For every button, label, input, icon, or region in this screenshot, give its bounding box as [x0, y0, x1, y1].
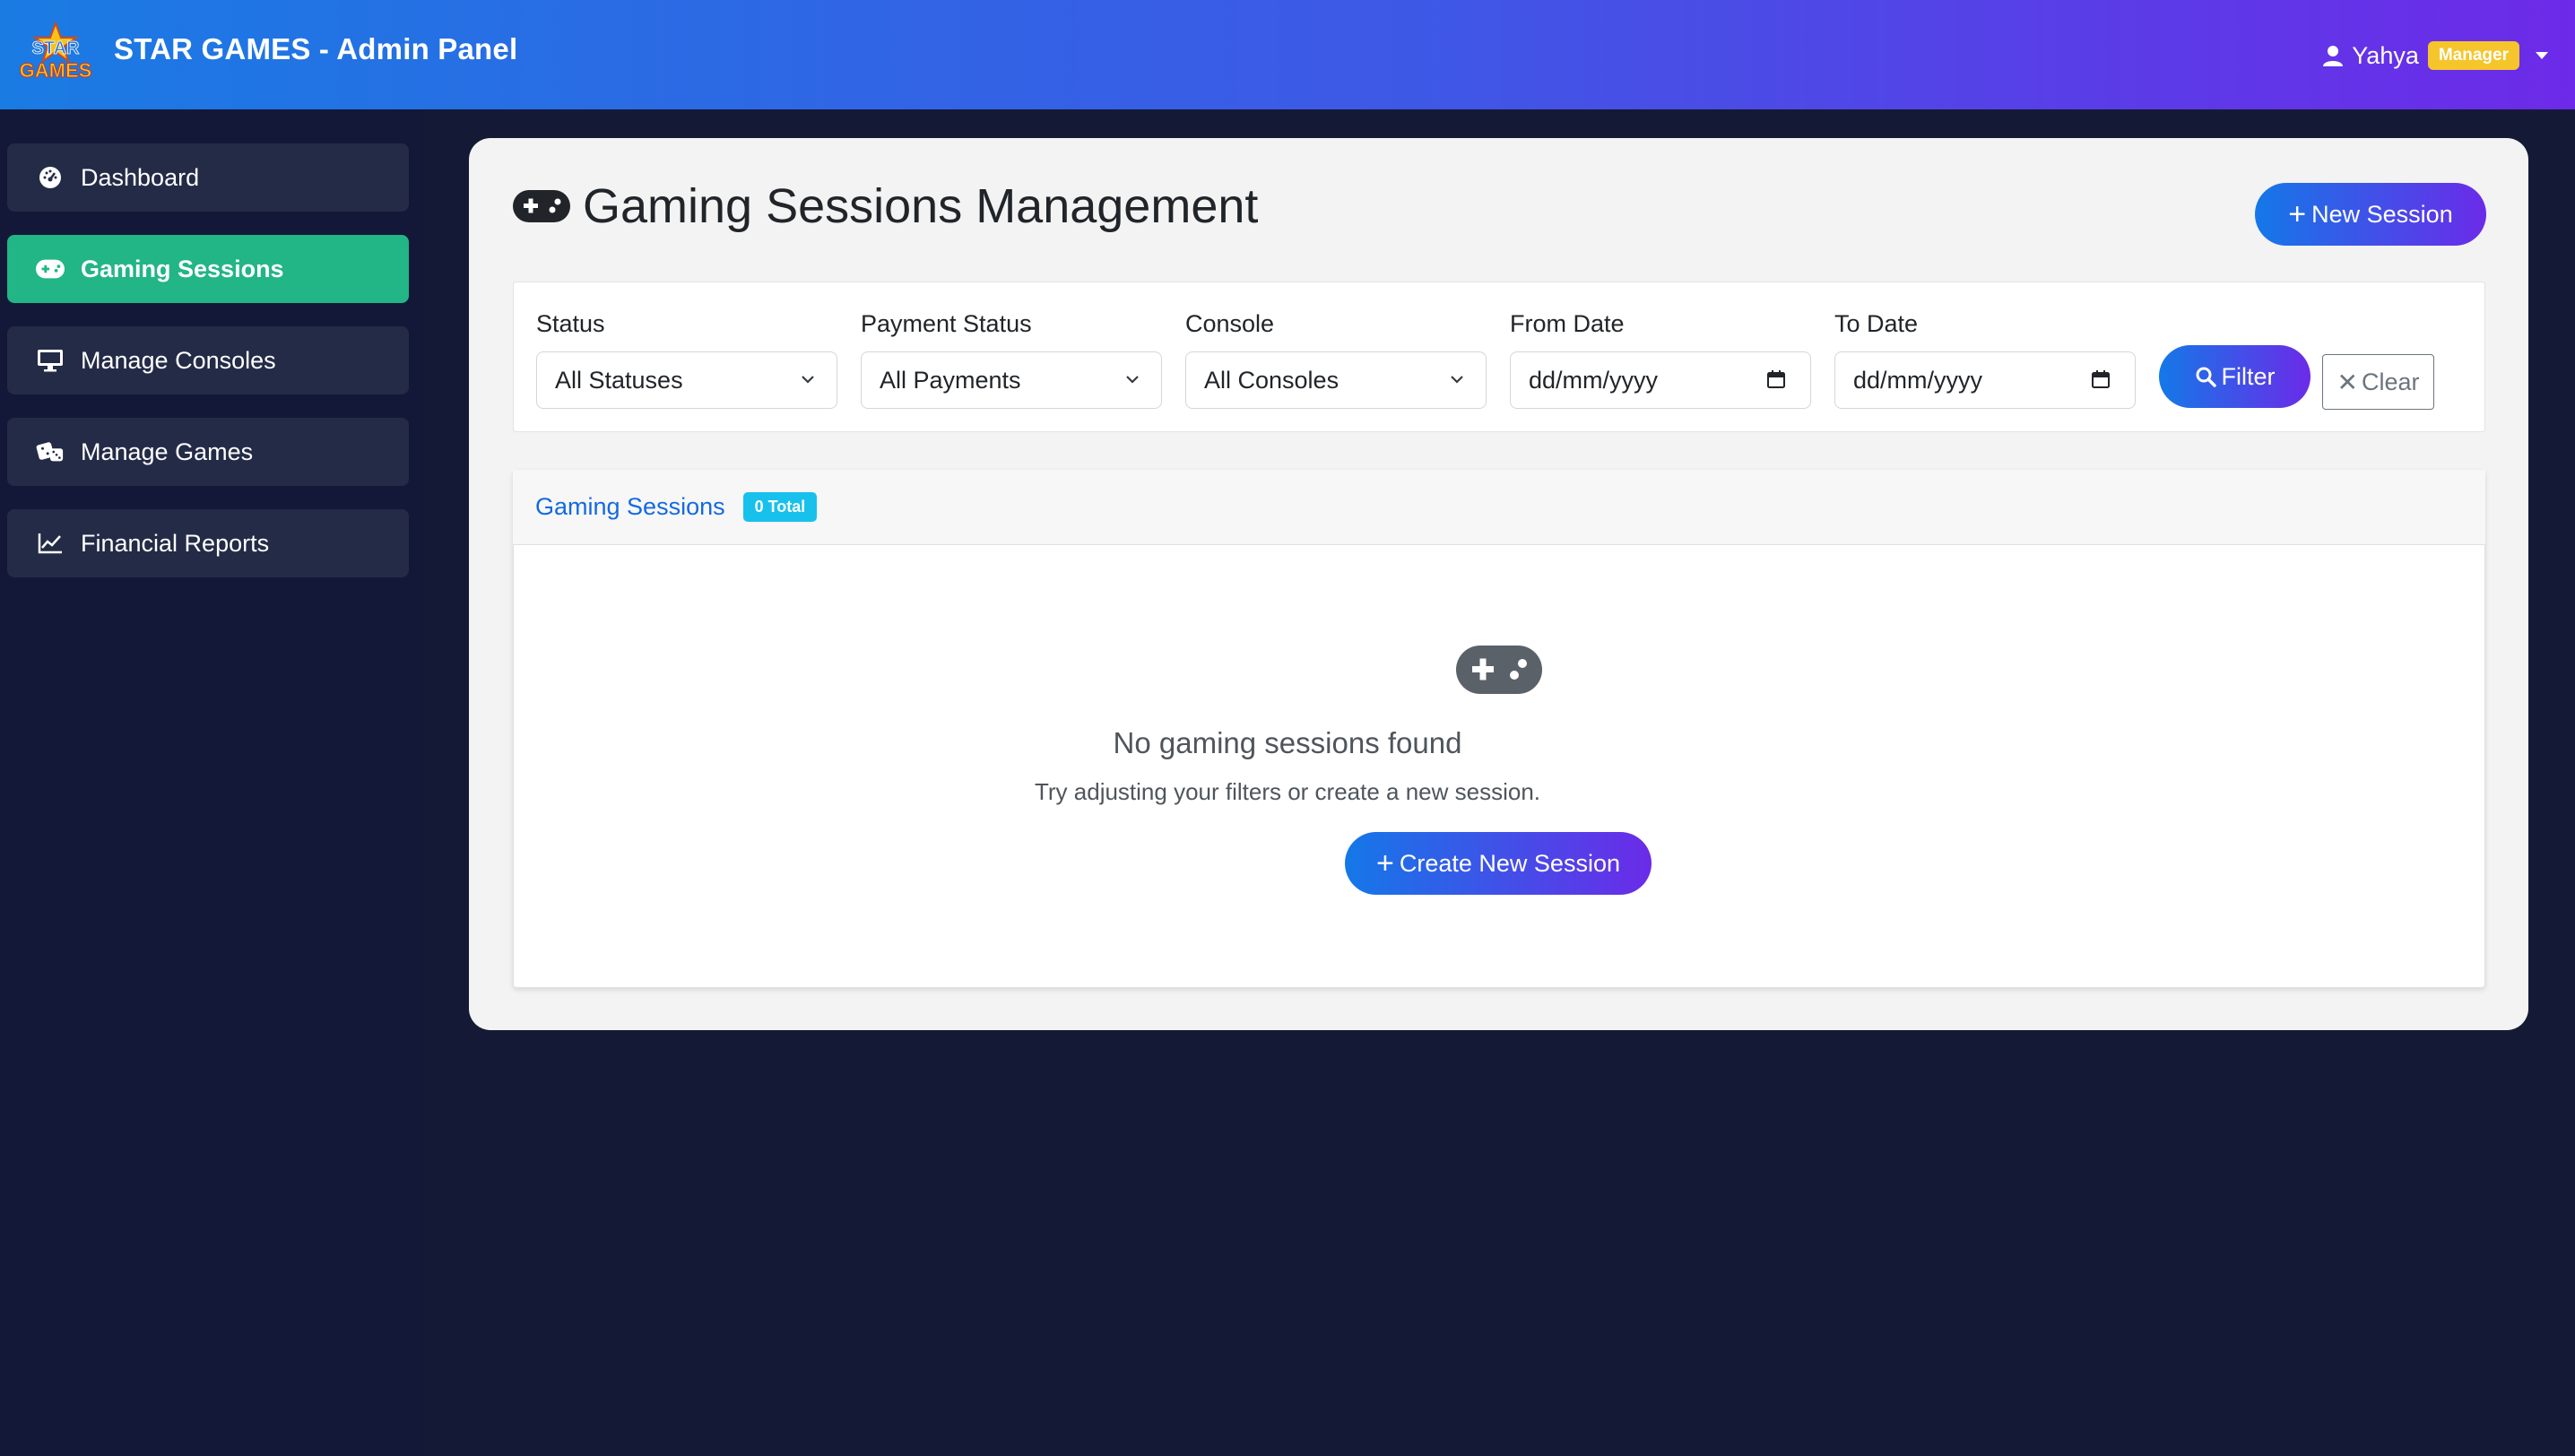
filter-button[interactable]: Filter: [2159, 345, 2311, 408]
to-date-input[interactable]: dd/mm/yyyy: [1834, 351, 2136, 409]
calendar-icon[interactable]: [2090, 368, 2111, 390]
user-menu[interactable]: Yahya Manager: [2321, 36, 2548, 75]
svg-text:GAMES: GAMES: [20, 59, 92, 82]
sidebar-item-label: Gaming Sessions: [81, 255, 284, 282]
page-title: Gaming Sessions Management: [513, 178, 1258, 235]
sidebar-item-dashboard[interactable]: Dashboard: [7, 143, 409, 212]
sidebar-item-label: Manage Games: [81, 438, 254, 465]
gamepad-icon: [1456, 646, 1542, 694]
user-name: Yahya: [2352, 41, 2419, 69]
from-date-label: From Date: [1510, 310, 1625, 337]
sidebar-item-manage-games[interactable]: Manage Games: [7, 418, 409, 486]
status-filter-label: Status: [536, 310, 605, 337]
search-icon: [2196, 367, 2216, 387]
page-title-text: Gaming Sessions Management: [583, 179, 1259, 233]
empty-state-subtitle: Try adjusting your filters or create a n…: [1034, 778, 1541, 805]
from-date-value: dd/mm/yyyy: [1529, 366, 1659, 394]
plus-icon: +: [2288, 197, 2307, 231]
status-select[interactable]: All Statuses: [536, 351, 837, 409]
calendar-icon[interactable]: [1765, 368, 1787, 390]
chart-line-icon: [36, 531, 65, 556]
console-select[interactable]: All Consoles: [1185, 351, 1487, 409]
close-icon: ✕: [2337, 368, 2358, 396]
sidebar-item-label: Financial Reports: [81, 529, 270, 557]
user-icon: [2323, 46, 2344, 66]
create-new-session-label: Create New Session: [1399, 849, 1620, 877]
chevron-down-icon: [1451, 376, 1463, 384]
empty-state-title: No gaming sessions found: [1113, 726, 1462, 759]
new-session-label: New Session: [2311, 200, 2453, 228]
sidebar-item-label: Dashboard: [81, 163, 200, 191]
sidebar-item-manage-consoles[interactable]: Manage Consoles: [7, 326, 409, 394]
payment-select[interactable]: All Payments: [861, 351, 1162, 409]
create-new-session-button[interactable]: + Create New Session: [1345, 832, 1652, 895]
plus-icon: +: [1376, 846, 1394, 880]
new-session-button[interactable]: + New Session: [2255, 183, 2486, 246]
gamepad-icon: [513, 190, 570, 222]
tachometer-icon: [36, 165, 65, 190]
chevron-down-icon: [802, 376, 814, 384]
role-badge: Manager: [2427, 41, 2519, 70]
console-select-value: All Consoles: [1204, 366, 1340, 394]
gamepad-icon: [36, 256, 65, 282]
status-select-value: All Statuses: [555, 366, 683, 394]
monitor-icon: [36, 348, 65, 373]
sessions-count-badge: 0 Total: [742, 492, 818, 522]
console-filter-label: Console: [1185, 310, 1275, 337]
top-navbar: STAR GAMES STAR GAMES - Admin Panel Yahy…: [0, 0, 2575, 109]
to-date-label: To Date: [1834, 310, 1919, 337]
sidebar-item-label: Manage Consoles: [81, 346, 276, 374]
sessions-card-header: Gaming Sessions 0 Total: [513, 470, 2485, 545]
star-games-logo[interactable]: STAR GAMES: [18, 22, 93, 84]
payment-filter-label: Payment Status: [861, 310, 1032, 337]
dice-icon: [36, 439, 65, 464]
from-date-input[interactable]: dd/mm/yyyy: [1510, 351, 1811, 409]
to-date-value: dd/mm/yyyy: [1853, 366, 1983, 394]
sidebar-item-financial-reports[interactable]: Financial Reports: [7, 509, 409, 577]
sidebar-item-gaming-sessions[interactable]: Gaming Sessions: [7, 235, 409, 303]
filter-button-label: Filter: [2221, 362, 2276, 390]
sessions-card-title: Gaming Sessions: [535, 493, 725, 520]
chevron-down-icon: [1126, 376, 1139, 384]
chevron-down-icon[interactable]: [2536, 52, 2548, 59]
payment-select-value: All Payments: [880, 366, 1021, 394]
svg-text:STAR: STAR: [32, 39, 81, 58]
app-title[interactable]: STAR GAMES - Admin Panel: [114, 32, 517, 66]
clear-button[interactable]: ✕ Clear: [2322, 354, 2434, 410]
clear-button-label: Clear: [2361, 368, 2420, 395]
